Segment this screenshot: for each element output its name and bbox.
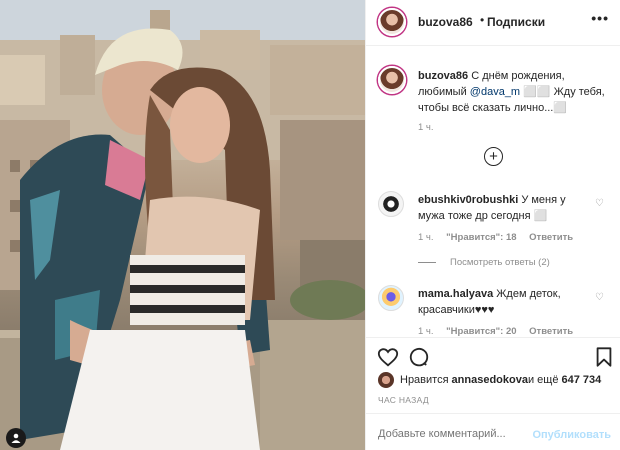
caption-author-avatar[interactable] [378,66,406,94]
post-side-panel: buzova86 • Подписки ••• buzova86 С днём … [365,0,620,450]
caption-time[interactable]: 1 ч. [418,122,434,133]
publish-comment-button[interactable]: Опубликовать [532,429,611,441]
view-replies-label: Посмотреть ответы (2) [450,257,550,268]
following-button[interactable]: Подписки [487,15,545,29]
likes-summary[interactable]: Нравится annasedokova и ещё 647 734 [378,372,601,388]
save-button[interactable] [593,346,615,368]
comment-text: ebushkiv0robushki У меня у мужа тоже др … [418,192,588,224]
more-options-icon[interactable]: ••• [591,10,609,26]
comment-like-heart-icon[interactable]: ♡ [595,292,604,303]
like-button[interactable] [377,346,399,368]
separator-dot: • [480,13,485,27]
heart-icon [377,348,399,367]
load-more-comments-button[interactable]: + [484,147,503,166]
liker-username[interactable]: annasedokova [452,374,528,386]
comment-reply-button[interactable]: Ответить [529,326,573,337]
likes-count[interactable]: 647 734 [561,374,601,386]
replies-divider-line [418,262,436,263]
post-timestamp[interactable]: ЧАС НАЗАД [378,395,429,405]
author-username[interactable]: buzova86 [418,15,473,29]
likes-prefix: Нравится [400,374,449,386]
comment-text: mama.halyava Ждем деток, красавчики♥♥♥ [418,286,588,318]
user-tag-icon [11,433,21,443]
comment-button[interactable] [408,346,430,368]
likes-suffix: и ещё [527,374,559,386]
bookmark-icon [596,347,612,367]
comment-time[interactable]: 1 ч. [418,326,434,337]
comments-list[interactable]: buzova86 С днём рождения, любимый @dava_… [366,47,620,337]
caption-username[interactable]: buzova86 [418,70,468,82]
comment-meta: 1 ч. "Нравится": 18 Ответить [418,232,608,243]
add-comment-input[interactable] [378,428,528,440]
author-avatar[interactable] [378,8,406,36]
comment-meta: 1 ч. "Нравится": 20 Ответить [418,326,608,337]
comment-avatar[interactable] [378,191,404,217]
liker-avatar [378,372,394,388]
caption-mention-link[interactable]: @dava_m [470,86,520,98]
comment-reply-button[interactable]: Ответить [529,232,573,243]
caption-text: buzova86 С днём рождения, любимый @dava_… [418,68,608,116]
comment-time[interactable]: 1 ч. [418,232,434,243]
comment-likes-count[interactable]: "Нравится": 18 [446,232,516,243]
comment-avatar[interactable] [378,285,404,311]
comment-username[interactable]: ebushkiv0robushki [418,194,518,206]
comment-username[interactable]: mama.halyava [418,288,493,300]
post-actions-bar [366,337,620,377]
comment-icon [409,347,429,367]
comment-like-heart-icon[interactable]: ♡ [595,198,604,209]
add-comment-row: Опубликовать [366,413,620,450]
post-header: buzova86 • Подписки ••• [366,0,620,46]
comment-likes-count[interactable]: "Нравится": 20 [446,326,516,337]
couple-photo-illustration [0,0,365,450]
post-photo[interactable] [0,0,365,450]
tag-people-button[interactable] [6,428,26,448]
view-replies-button[interactable]: Посмотреть ответы (2) [418,257,550,268]
